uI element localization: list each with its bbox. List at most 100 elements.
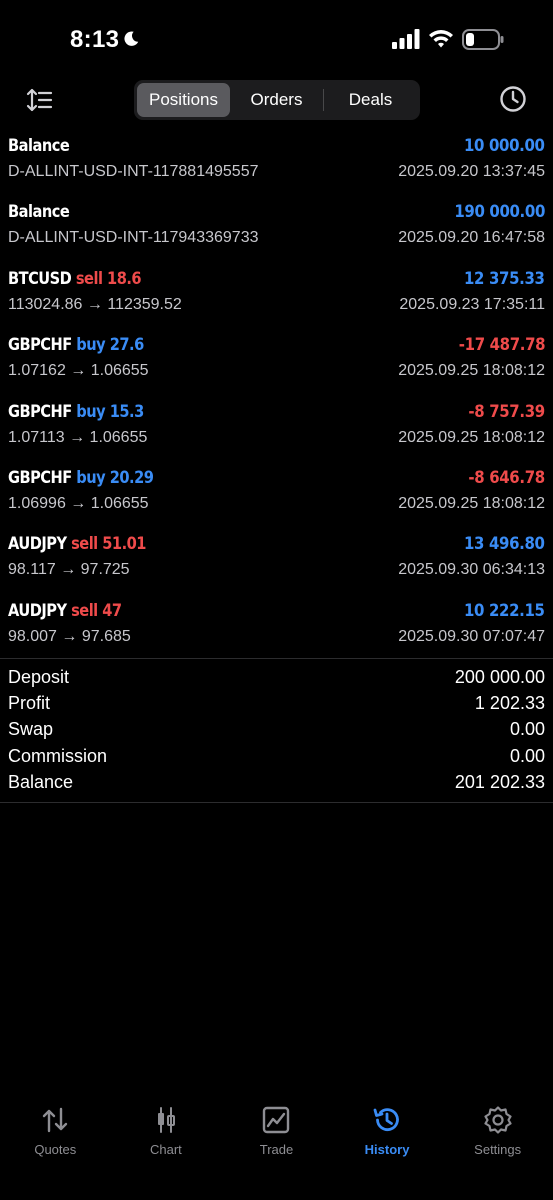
deal-title: Balance bbox=[8, 136, 70, 156]
summary-value: 1 202.33 bbox=[474, 693, 545, 714]
summary-value: 0.00 bbox=[509, 719, 545, 740]
tabbar-label: Chart bbox=[149, 1142, 182, 1157]
summary-row-swap: Swap 0.00 bbox=[0, 717, 553, 743]
deal-row[interactable]: GBPCHF buy 15.3 -8 757.39 1.07113 → 1.066… bbox=[0, 396, 553, 462]
tabbar-item-settings[interactable]: Settings bbox=[442, 1100, 553, 1200]
tab-bar: Quotes Chart Trade History Settings bbox=[0, 1100, 553, 1200]
deal-volume: 47 bbox=[102, 600, 122, 621]
deal-amount: -17 487.78 bbox=[458, 335, 546, 356]
deal-time: 2025.09.25 18:08:12 bbox=[398, 362, 545, 380]
summary: Deposit 200 000.00 Profit 1 202.33 Swap 0.0… bbox=[0, 664, 553, 796]
deal-symbol: GBPCHF bbox=[8, 467, 72, 488]
tabbar-label: Quotes bbox=[34, 1142, 77, 1157]
deal-row[interactable]: GBPCHF buy 20.29 -8 646.78 1.06996 → 1.06… bbox=[0, 462, 553, 528]
settings-icon bbox=[484, 1106, 512, 1134]
tabbar-label: Trade bbox=[259, 1142, 294, 1157]
deal-detail: 113024.86 → 112359.52 bbox=[8, 295, 182, 313]
deal-row[interactable]: Balance 10 000.00 D-ALLINT-USD-INT-117881… bbox=[0, 130, 553, 196]
battery-icon bbox=[462, 29, 504, 50]
deal-volume: 15.3 bbox=[109, 401, 145, 422]
toolbar: Positions Orders Deals bbox=[0, 78, 553, 122]
summary-divider-top bbox=[0, 658, 553, 659]
summary-row-balance: Balance 201 202.33 bbox=[0, 770, 553, 796]
deal-symbol: GBPCHF bbox=[8, 335, 72, 356]
deal-detail: D-ALLINT-USD-INT-117943369733 bbox=[8, 229, 259, 247]
signal-icon bbox=[392, 29, 420, 49]
deal-title: AUDJPY sell 47 bbox=[8, 601, 122, 621]
quotes-icon bbox=[43, 1107, 68, 1133]
deal-amount: 10 000.00 bbox=[464, 136, 545, 156]
deal-row[interactable]: GBPCHF buy 27.6 -17 487.78 1.07162 → 1.06… bbox=[0, 329, 553, 395]
status-bar: 8:13 bbox=[0, 0, 553, 70]
deal-detail: 98.117 → 97.725 bbox=[8, 561, 130, 579]
tabbar-item-chart[interactable]: Chart bbox=[111, 1100, 222, 1200]
deal-symbol: Balance bbox=[8, 202, 70, 223]
deal-detail: D-ALLINT-USD-INT-117881495557 bbox=[8, 163, 259, 180]
deal-detail: 1.07162 → 1.06655 bbox=[8, 362, 149, 380]
deal-list: Balance 10 000.00 D-ALLINT-USD-INT-117881… bbox=[0, 130, 553, 661]
deal-volume: 18.6 bbox=[107, 268, 142, 289]
summary-value: 0.00 bbox=[509, 745, 545, 766]
summary-row-deposit: Deposit 200 000.00 bbox=[0, 664, 553, 690]
deal-detail: 1.06996 → 1.06655 bbox=[8, 494, 149, 512]
deal-row[interactable]: AUDJPY sell 51.01 13 496.80 98.117 → 97.7… bbox=[0, 528, 553, 594]
deal-row[interactable]: AUDJPY sell 47 10 222.15 98.007 → 97.685 2… bbox=[0, 595, 553, 661]
sort-icon[interactable] bbox=[26, 86, 54, 114]
summary-label: Swap bbox=[8, 719, 54, 740]
wifi-icon bbox=[429, 30, 453, 48]
deal-amount: 10 222.15 bbox=[464, 600, 545, 621]
deal-time: 2025.09.20 13:37:45 bbox=[398, 163, 545, 180]
deal-amount: 13 496.80 bbox=[464, 534, 545, 555]
clock-icon[interactable] bbox=[499, 85, 527, 113]
deal-symbol: Balance bbox=[8, 136, 70, 156]
deal-amount: 12 375.33 bbox=[464, 268, 545, 289]
deal-amount: -8 646.78 bbox=[468, 467, 546, 488]
status-time: 8:13 bbox=[70, 26, 120, 53]
deal-side: buy bbox=[76, 335, 106, 356]
deal-time: 2025.09.25 18:08:12 bbox=[398, 494, 545, 512]
deal-time: 2025.09.30 07:07:47 bbox=[398, 627, 545, 645]
tab-deals[interactable]: Deals bbox=[324, 83, 417, 117]
tab-orders[interactable]: Orders bbox=[230, 83, 323, 117]
summary-row-commission: Commission 0.00 bbox=[0, 743, 553, 769]
deal-title: GBPCHF buy 27.6 bbox=[8, 335, 144, 355]
tabbar-item-history[interactable]: History bbox=[332, 1100, 443, 1200]
deal-symbol: AUDJPY bbox=[8, 600, 67, 621]
deal-symbol: BTCUSD bbox=[8, 268, 72, 289]
deal-title: Balance bbox=[8, 202, 70, 223]
deal-detail: 1.07113 → 1.06655 bbox=[8, 428, 148, 446]
summary-label: Profit bbox=[8, 693, 51, 714]
deal-time: 2025.09.23 17:35:11 bbox=[399, 295, 545, 313]
deal-row[interactable]: BTCUSD sell 18.6 12 375.33 113024.86 → 11… bbox=[0, 263, 553, 329]
tabbar-item-quotes[interactable]: Quotes bbox=[0, 1100, 111, 1200]
deal-side: sell bbox=[71, 600, 98, 621]
deal-title: BTCUSD sell 18.6 bbox=[8, 268, 142, 289]
history-icon bbox=[373, 1108, 399, 1132]
summary-label: Balance bbox=[8, 772, 74, 793]
deal-symbol: AUDJPY bbox=[8, 534, 67, 555]
deal-volume: 20.29 bbox=[109, 467, 154, 488]
deal-volume: 27.6 bbox=[109, 335, 145, 356]
deal-time: 2025.09.30 06:34:13 bbox=[398, 561, 545, 579]
deal-side: buy bbox=[76, 401, 106, 422]
summary-label: Deposit bbox=[8, 666, 70, 687]
chart-icon bbox=[157, 1107, 175, 1133]
deal-row[interactable]: Balance 190 000.00 D-ALLINT-USD-INT-11794… bbox=[0, 196, 553, 262]
summary-row-profit: Profit 1 202.33 bbox=[0, 690, 553, 716]
segmented-control: Positions Orders Deals bbox=[134, 80, 420, 120]
summary-label: Commission bbox=[8, 745, 108, 766]
deal-time: 2025.09.25 18:08:12 bbox=[398, 428, 545, 446]
deal-title: AUDJPY sell 51.01 bbox=[8, 534, 146, 554]
trade-icon bbox=[263, 1106, 290, 1134]
deal-time: 2025.09.20 16:47:58 bbox=[398, 229, 545, 247]
tab-positions[interactable]: Positions bbox=[137, 83, 230, 117]
deal-side: sell bbox=[71, 534, 98, 555]
tabbar-label: History bbox=[364, 1142, 410, 1157]
deal-symbol: GBPCHF bbox=[8, 401, 72, 422]
deal-side: buy bbox=[76, 467, 106, 488]
moon-icon bbox=[124, 31, 139, 46]
summary-value: 201 202.33 bbox=[454, 772, 545, 793]
summary-value: 200 000.00 bbox=[454, 666, 545, 687]
deal-side: sell bbox=[75, 268, 103, 289]
tabbar-item-trade[interactable]: Trade bbox=[221, 1100, 332, 1200]
